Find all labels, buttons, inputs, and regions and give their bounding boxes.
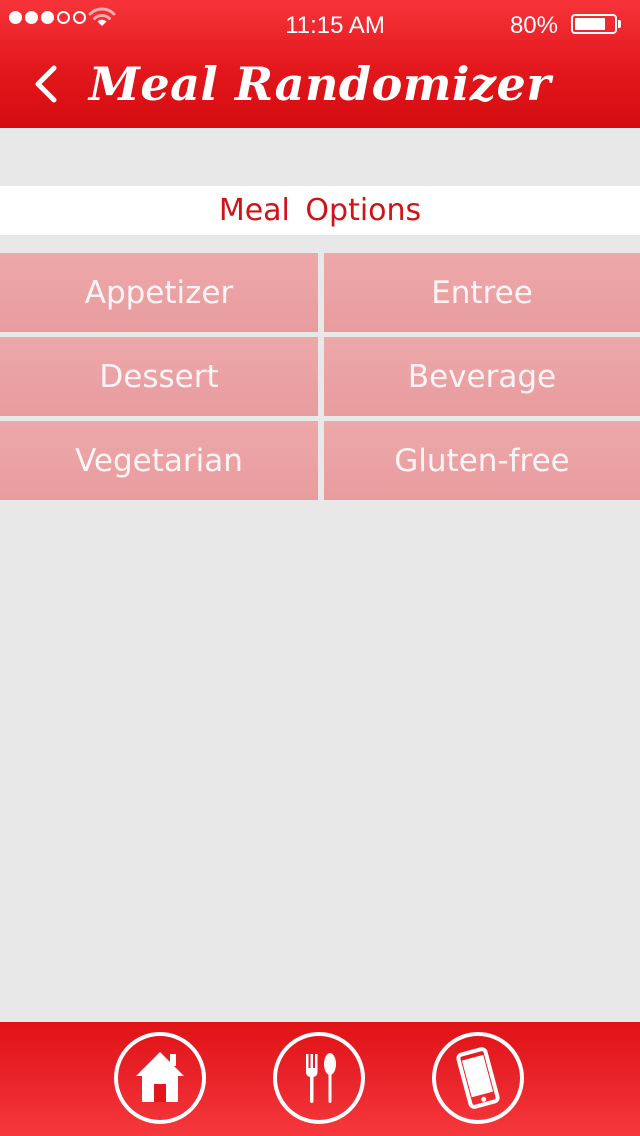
page-title: Meal Randomizer [88, 57, 552, 111]
section-title: Meal Options [0, 186, 640, 235]
app-header: 11:15 AM 80% Meal Randomizer [0, 0, 640, 128]
home-icon [136, 1052, 184, 1102]
fork-spoon-icon [306, 1053, 336, 1103]
status-bar: 11:15 AM 80% [0, 0, 640, 52]
option-beverage[interactable]: Beverage [324, 337, 640, 416]
phone-icon [456, 1047, 500, 1109]
meals-button[interactable] [273, 1032, 365, 1124]
bottom-nav [0, 1022, 640, 1136]
battery-icon [571, 14, 617, 34]
battery-level [575, 18, 605, 30]
meal-options-grid: Appetizer Entree Dessert Beverage Vegeta… [0, 253, 640, 501]
battery-tip [618, 20, 621, 28]
option-vegetarian[interactable]: Vegetarian [0, 421, 318, 500]
option-entree[interactable]: Entree [324, 253, 640, 332]
home-button[interactable] [114, 1032, 206, 1124]
contact-button[interactable] [432, 1032, 524, 1124]
battery-percent: 80% [509, 12, 558, 39]
option-appetizer[interactable]: Appetizer [0, 253, 318, 332]
option-gluten-free[interactable]: Gluten-free [324, 421, 640, 500]
option-dessert[interactable]: Dessert [0, 337, 318, 416]
